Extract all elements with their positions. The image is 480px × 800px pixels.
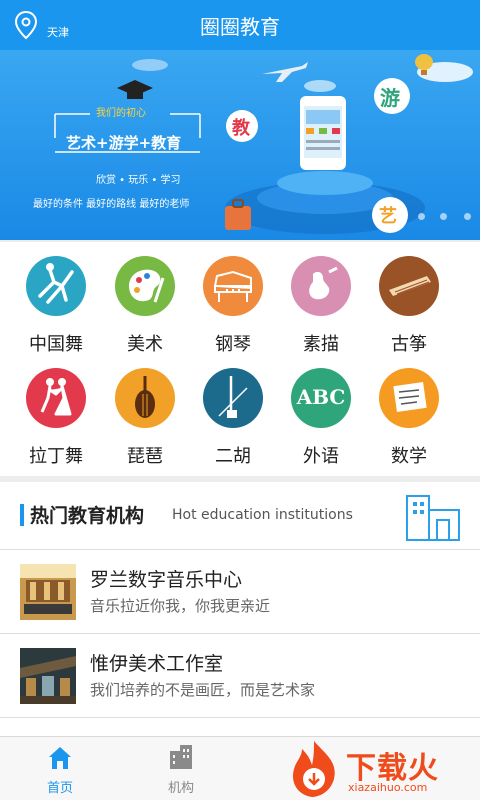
category-item-math[interactable]: 数学 [369,354,449,467]
category-label: 数学 [391,446,427,467]
abc-icon: ABC [291,368,351,428]
pagination-dot[interactable] [464,213,471,220]
institution-name: 罗兰数字音乐中心 [90,569,243,591]
page-title: 圈圈教育 [200,15,280,39]
tab-label: 机构 [167,781,194,796]
flame-logo-icon [292,741,335,797]
category-label: 美术 [127,334,163,355]
pagination-dot[interactable] [440,213,447,220]
category-grid: 中国舞 美术 钢琴 素描 古筝 拉丁舞 琵琶 二胡 ABC 外语 数学 [0,242,480,476]
watermark: 下载火 xiazaihuo.com [284,737,480,800]
list-item [0,717,480,737]
pagination-dot[interactable] [418,213,425,220]
category-label: 古筝 [391,334,427,355]
guzheng-icon [379,256,439,316]
category-item-latin-dance[interactable]: 拉丁舞 [16,354,96,467]
badge-you: 游 [380,86,400,110]
category-item-erhu[interactable]: 二胡 [193,354,273,467]
institution-thumbnail [20,648,76,704]
category-label: 素描 [303,334,339,355]
section-subtitle: Hot education institutions [172,507,353,523]
home-icon [49,747,71,769]
pipa-icon [115,368,175,428]
institution-thumbnail [20,564,76,620]
sketch-icon [291,256,351,316]
palette-icon [115,256,175,316]
promo-banner[interactable]: 教 游 艺 我们的初心 艺术+游学+教育 欣赏 • 玩乐 • 学习 最好的条件 … [0,50,480,240]
category-label: 中国舞 [29,334,83,355]
institution-desc: 我们培养的不是画匠，而是艺术家 [90,681,316,699]
category-label: 外语 [303,446,339,467]
institution-desc: 音乐拉近你我，你我更亲近 [90,597,271,615]
badge-yi: 艺 [379,206,397,227]
top-header: 天津 圈圈教育 [0,0,480,50]
category-item-chinese-dance[interactable]: 中国舞 [16,242,96,355]
category-label: 钢琴 [215,334,251,355]
list-item[interactable]: 惟伊美术工作室 我们培养的不是画匠，而是艺术家 [0,633,480,717]
watermark-url: xiazaihuo.com [348,781,428,794]
erhu-icon [203,368,263,428]
section-accent-bar [20,504,24,526]
institution-name: 惟伊美术工作室 [90,653,224,675]
banner-slogan-foot: 最好的条件 最好的路线 最好的老师 [33,199,190,210]
category-item-guzheng[interactable]: 古筝 [369,242,449,355]
badge-jiao: 教 [232,118,250,139]
banner-slogan-main: 艺术+游学+教育 [66,134,182,152]
category-item-art[interactable]: 美术 [105,242,185,355]
category-item-sketch[interactable]: 素描 [281,242,361,355]
piano-icon [203,256,263,316]
math-icon [379,368,439,428]
graduation-cap-icon [117,80,153,99]
abc-text: ABC [296,385,346,409]
section-title: 热门教育机构 [30,505,145,527]
section-header: 热门教育机构 Hot education institutions [0,482,480,548]
dancer-icon [26,256,86,316]
category-item-pipa[interactable]: 琵琶 [105,354,185,467]
list-item[interactable]: 罗兰数字音乐中心 音乐拉近你我，你我更亲近 [0,549,480,633]
banner-slogan-small: 我们的初心 [96,108,146,119]
banner-slogan-sub: 欣赏 • 玩乐 • 学习 [96,175,181,186]
tab-label: 首页 [46,781,73,796]
airplane-icon [262,62,308,82]
category-label: 拉丁舞 [29,446,83,467]
category-label: 琵琶 [127,446,163,467]
category-item-piano[interactable]: 钢琴 [193,242,273,355]
building-icon [406,495,460,541]
category-item-foreign-language[interactable]: ABC 外语 [281,354,361,467]
latin-dance-icon [26,368,86,428]
category-label: 二胡 [215,446,251,467]
tab-institutions[interactable]: 机构 [141,737,221,800]
tab-home[interactable]: 首页 [20,737,100,800]
building-icon [170,745,192,769]
